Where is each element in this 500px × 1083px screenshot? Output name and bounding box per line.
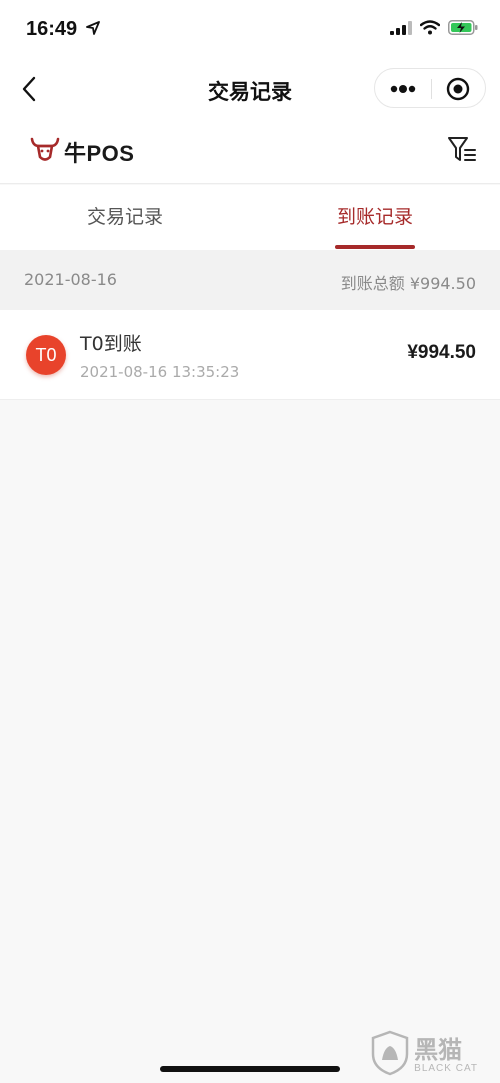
status-icons [390, 20, 478, 39]
summary-total: 到账总额 ¥994.50 [341, 270, 476, 294]
date-summary: 2021-08-16 到账总额 ¥994.50 [0, 250, 500, 310]
nav-bar: 交易记录 [0, 60, 500, 118]
battery-charging-icon [448, 20, 478, 39]
brand-row: 牛POS [0, 118, 500, 184]
filter-icon[interactable] [446, 134, 478, 166]
summary-total-label: 到账总额 [340, 274, 405, 293]
watermark-en: BLACK CAT [414, 1062, 478, 1074]
close-target-icon[interactable] [445, 76, 471, 102]
tab-arrival-records[interactable]: 到账记录 [250, 185, 500, 250]
capsule-divider [431, 79, 432, 99]
record-amount: ¥994.50 [407, 342, 476, 363]
wifi-icon [419, 20, 441, 39]
summary-date: 2021-08-16 [24, 270, 117, 289]
record-title: T0到账 [80, 333, 142, 355]
tab-transaction-records[interactable]: 交易记录 [0, 185, 250, 250]
brand-name: 牛POS [64, 141, 135, 166]
more-dots-icon[interactable] [385, 79, 421, 99]
list-item[interactable]: T0 T0到账 2021-08-16 13:35:23 ¥994.50 [0, 310, 500, 400]
watermark-cn: 黑猫 [414, 1035, 463, 1064]
cellular-signal-icon [390, 20, 412, 39]
watermark-text: 黑猫 BLACK CAT [414, 1037, 478, 1074]
summary-total-value: ¥994.50 [409, 274, 476, 293]
bull-logo-icon [30, 137, 60, 167]
location-arrow-icon [86, 20, 100, 39]
brand-logo: 牛POS [30, 136, 134, 168]
mini-program-capsule [374, 68, 486, 108]
status-time: 16:49 [26, 18, 78, 40]
status-bar: 16:49 [0, 0, 500, 60]
watermark: 黑猫 BLACK CAT [370, 1030, 478, 1080]
home-indicator[interactable] [160, 1066, 340, 1072]
record-time: 2021-08-16 13:35:23 [80, 363, 240, 381]
t0-badge: T0 [26, 335, 66, 375]
record-tabs: 交易记录 到账记录 [0, 185, 500, 250]
active-tab-indicator [335, 245, 415, 249]
black-cat-shield-icon [370, 1030, 410, 1080]
